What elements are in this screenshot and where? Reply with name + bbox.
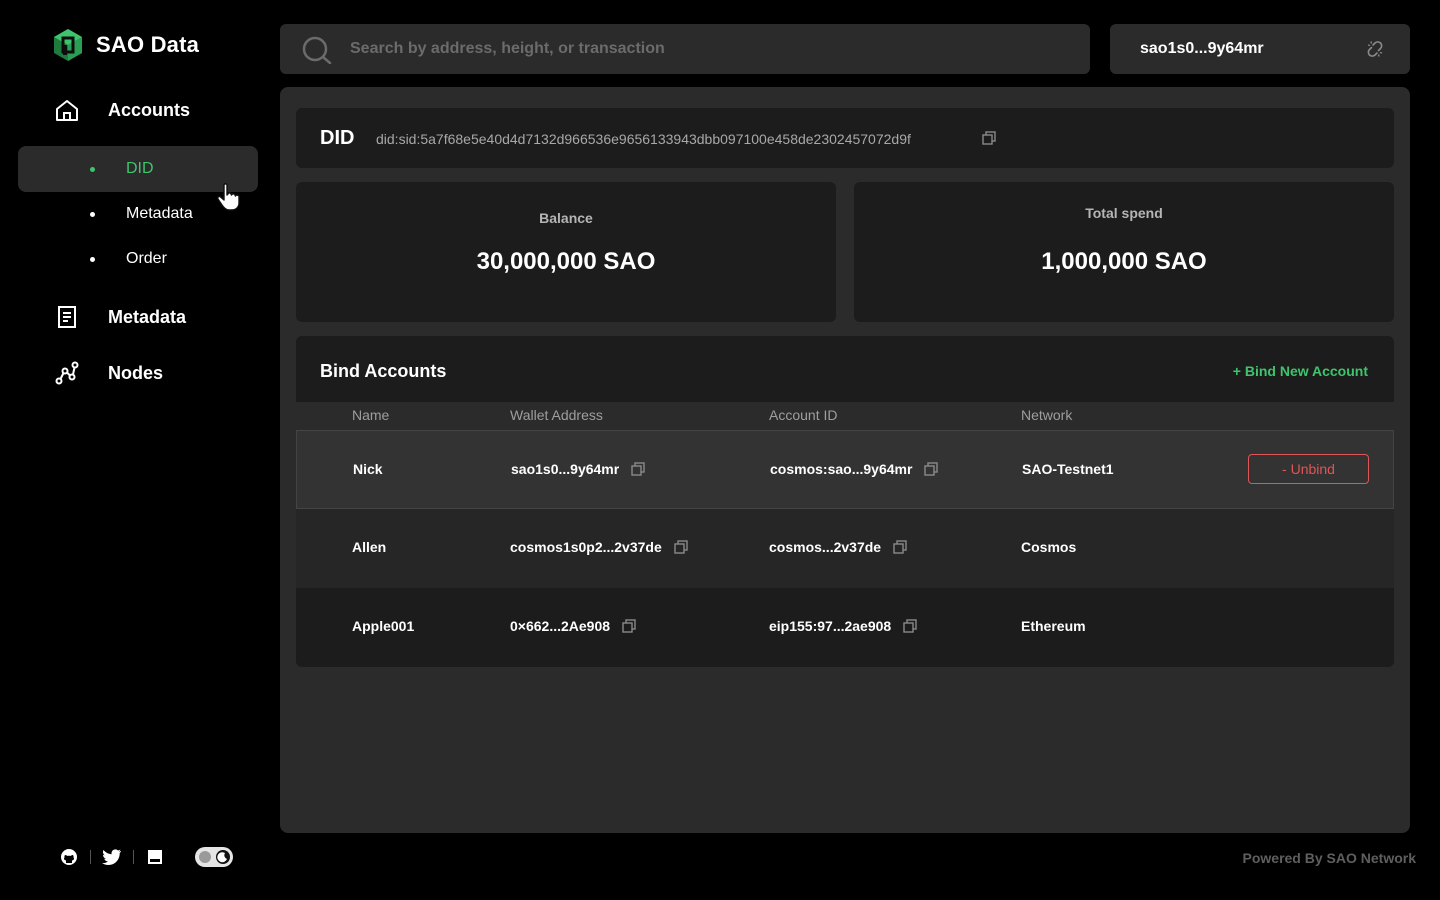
total-spend-card: Total spend 1,000,000 SAO — [854, 182, 1394, 322]
bind-accounts-card: Bind Accounts + Bind New Account Name Wa… — [296, 336, 1394, 667]
row-account-id: cosmos:sao...9y64mr — [770, 461, 939, 477]
column-header: Wallet Address — [510, 407, 603, 423]
nav-accounts[interactable]: Accounts — [54, 97, 190, 123]
sidebar: SAO Data Accounts DID Metadata Order Met… — [0, 0, 280, 900]
balance-value: 30,000,000 SAO — [476, 248, 656, 275]
github-icon[interactable] — [58, 846, 80, 868]
copy-icon[interactable] — [903, 619, 917, 633]
row-account-id: eip155:97...2ae908 — [769, 618, 917, 634]
unlink-icon[interactable] — [1366, 40, 1384, 58]
sidebar-item-label: Metadata — [126, 205, 193, 222]
did-value: did:sid:5a7f68e5e40d4d7132d966536e965613… — [376, 131, 911, 147]
row-name: Nick — [353, 461, 383, 477]
unbind-button[interactable]: - Unbind — [1248, 454, 1369, 484]
wallet-address-text: sao1s0...9y64mr — [511, 461, 620, 477]
table-header: Name Wallet Address Account ID Network — [296, 402, 1394, 430]
total-spend-value: 1,000,000 SAO — [1041, 248, 1207, 275]
bullet-dot — [90, 166, 95, 172]
brand-name: SAO Data — [96, 32, 200, 57]
sidebar-item-label: Order — [126, 250, 167, 267]
theme-toggle[interactable] — [195, 847, 233, 867]
row-account-id: cosmos...2v37de — [769, 539, 907, 555]
main-panel: DID did:sid:5a7f68e5e40d4d7132d966536e96… — [280, 87, 1410, 833]
wallet-button[interactable]: sao1s0...9y64mr — [1110, 24, 1410, 74]
balance-label: Balance — [539, 210, 593, 226]
row-wallet-address: 0×662...2Ae908 — [510, 618, 636, 634]
bullet-dot — [90, 256, 95, 262]
did-card: DID did:sid:5a7f68e5e40d4d7132d966536e96… — [296, 108, 1394, 168]
nav-metadata-label: Metadata — [108, 306, 187, 327]
row-network: Cosmos — [1021, 539, 1077, 555]
hand-cursor-icon — [217, 183, 240, 211]
moon-icon — [216, 850, 230, 864]
sun-icon — [199, 851, 211, 863]
nodes-icon — [54, 360, 80, 386]
bullet-dot — [90, 211, 95, 217]
search-bar — [280, 24, 1090, 74]
sidebar-item-order[interactable]: Order — [18, 236, 258, 282]
row-network: SAO-Testnet1 — [1022, 461, 1114, 477]
twitter-icon[interactable] — [101, 846, 123, 868]
did-title: DID — [320, 127, 355, 149]
document-icon — [54, 304, 80, 330]
copy-icon[interactable] — [982, 131, 996, 150]
nav-metadata[interactable]: Metadata — [54, 304, 186, 330]
divider — [133, 850, 134, 864]
row-network: Ethereum — [1021, 618, 1086, 634]
powered-by-footer: Powered By SAO Network — [1242, 850, 1417, 866]
nav-nodes[interactable]: Nodes — [54, 360, 163, 386]
docs-book-icon[interactable] — [144, 846, 166, 868]
brand[interactable]: SAO Data — [52, 28, 199, 62]
account-id-text: cosmos...2v37de — [769, 539, 882, 555]
row-wallet-address: cosmos1s0p2...2v37de — [510, 539, 688, 555]
copy-icon[interactable] — [893, 540, 907, 554]
copy-icon[interactable] — [631, 462, 645, 476]
wallet-address-text: cosmos1s0p2...2v37de — [510, 539, 662, 555]
bind-accounts-title: Bind Accounts — [320, 361, 447, 381]
wallet-address: sao1s0...9y64mr — [1140, 40, 1264, 57]
copy-icon[interactable] — [622, 619, 636, 633]
copy-icon[interactable] — [674, 540, 688, 554]
row-name: Allen — [352, 539, 387, 555]
row-name: Apple001 — [352, 618, 415, 634]
table-row[interactable]: Nick sao1s0...9y64mr cosmos:sao...9y64mr… — [296, 430, 1394, 509]
sidebar-item-label: DID — [126, 160, 154, 177]
home-icon — [54, 97, 80, 123]
account-id-text: eip155:97...2ae908 — [769, 618, 892, 634]
table-row[interactable]: Apple001 0×662...2Ae908 eip155:97...2ae9… — [296, 588, 1394, 667]
table-row[interactable]: Allen cosmos1s0p2...2v37de cosmos...2v37… — [296, 509, 1394, 588]
balance-card: Balance 30,000,000 SAO — [296, 182, 836, 322]
sao-logo-icon — [54, 29, 82, 61]
social-links — [58, 846, 166, 868]
search-input[interactable] — [350, 24, 1070, 74]
copy-icon[interactable] — [924, 462, 939, 476]
nav-nodes-label: Nodes — [108, 362, 164, 383]
column-header: Name — [352, 407, 390, 423]
nav-accounts-label: Accounts — [108, 99, 191, 120]
bind-new-account-button[interactable]: + Bind New Account — [1233, 363, 1368, 379]
column-header: Network — [1021, 407, 1073, 423]
column-header: Account ID — [769, 407, 838, 423]
search-icon — [302, 36, 332, 64]
row-wallet-address: sao1s0...9y64mr — [511, 461, 645, 477]
total-spend-label: Total spend — [1085, 205, 1163, 221]
account-id-text: cosmos:sao...9y64mr — [770, 461, 913, 477]
divider — [90, 850, 91, 864]
wallet-address-text: 0×662...2Ae908 — [510, 618, 611, 634]
